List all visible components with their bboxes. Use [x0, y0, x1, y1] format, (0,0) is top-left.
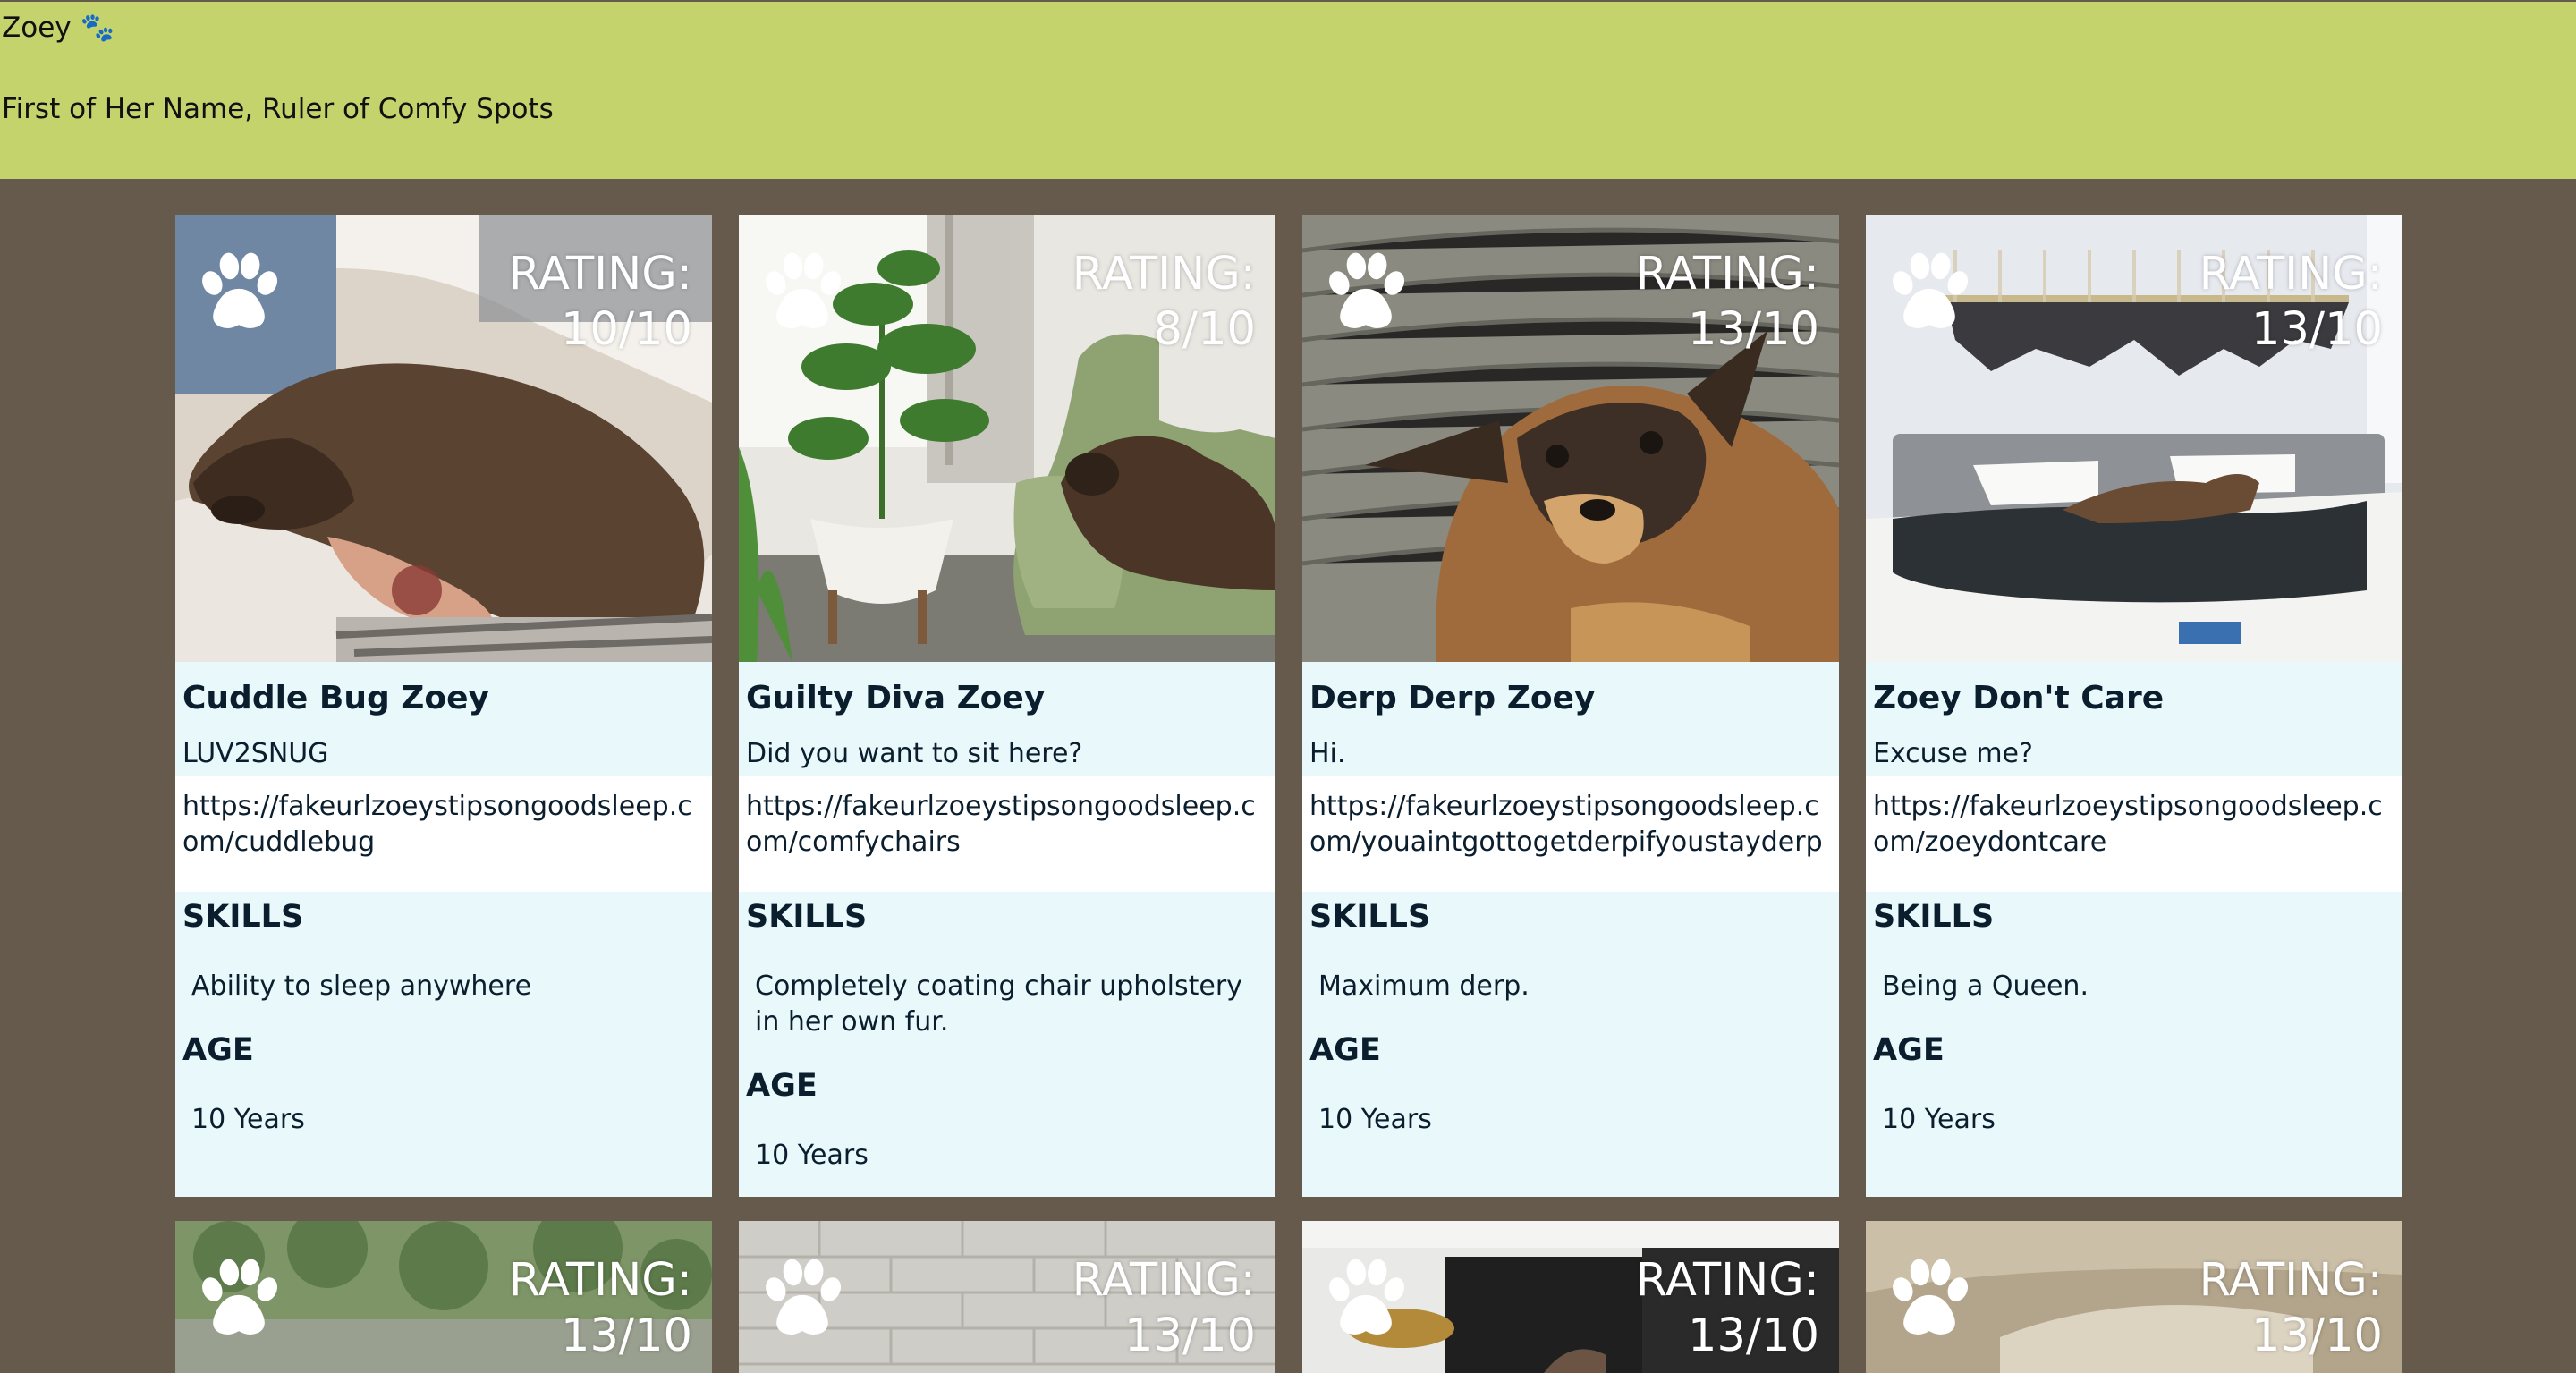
rating-label: RATING:	[2199, 248, 2383, 301]
card-name: Guilty Diva Zoey	[746, 680, 1046, 716]
skills-value: Ability to sleep anywhere	[191, 970, 532, 1002]
card-photo: RATING: 13/10	[1302, 1221, 1839, 1373]
skills-value: Maximum derp.	[1318, 970, 1530, 1002]
paw-icon	[766, 1259, 842, 1335]
age-heading: AGE	[746, 1068, 818, 1104]
dog-card: RATING: 13/10 Derp Derp Zoey Hi. https:/…	[1302, 215, 1839, 1197]
rating-label: RATING:	[1072, 248, 1256, 301]
skills-heading: SKILLS	[182, 899, 304, 935]
card-name: Derp Derp Zoey	[1309, 680, 1596, 716]
age-value: 10 Years	[755, 1140, 869, 1171]
rating-value: 13/10	[1688, 1309, 1819, 1362]
dog-card: RATING: 13/10 Zoey Don't Care Excuse me?…	[1866, 215, 2402, 1197]
rating: RATING: 13/10	[1072, 1253, 1256, 1364]
rating: RATING: 13/10	[1636, 247, 1819, 358]
skills-value: Completely coating chair upholstery in h…	[755, 970, 1242, 1038]
dog-card: RATING: 13/10	[175, 1221, 712, 1373]
rating: RATING: 13/10	[1636, 1253, 1819, 1364]
card-name: Cuddle Bug Zoey	[182, 680, 489, 716]
paw-icon	[1893, 1259, 1969, 1335]
card-link[interactable]: https://fakeurlzoeystipsongoodsleep.com/…	[1866, 776, 2402, 892]
card-photo: RATING: 13/10	[739, 1221, 1275, 1373]
rating: RATING: 13/10	[2199, 1253, 2383, 1364]
paw-icon	[202, 252, 278, 328]
paw-icon	[766, 252, 842, 328]
card-photo: RATING: 13/10	[1866, 1221, 2402, 1373]
card-grid: RATING: 10/10 Cuddle Bug Zoey LUV2SNUG h…	[0, 0, 2576, 1373]
card-photo: RATING: 13/10	[1302, 215, 1839, 662]
card-tagline: LUV2SNUG	[182, 738, 329, 769]
age-heading: AGE	[182, 1032, 254, 1068]
rating: RATING: 8/10	[1072, 247, 1256, 358]
card-tagline: Hi.	[1309, 738, 1346, 769]
rating-value: 13/10	[1124, 1309, 1256, 1362]
dog-card: RATING: 13/10	[739, 1221, 1275, 1373]
paw-icon	[1329, 1259, 1405, 1335]
rating-label: RATING:	[1635, 1254, 1819, 1307]
paw-icon	[1893, 252, 1969, 328]
card-link[interactable]: https://fakeurlzoeystipsongoodsleep.com/…	[175, 776, 712, 892]
card-photo: RATING: 8/10	[739, 215, 1275, 662]
rating-label: RATING:	[1635, 248, 1819, 301]
rating-label: RATING:	[2199, 1254, 2383, 1307]
card-link[interactable]: https://fakeurlzoeystipsongoodsleep.com/…	[1302, 776, 1839, 892]
card-name: Zoey Don't Care	[1873, 680, 2165, 716]
skills-heading: SKILLS	[746, 899, 868, 935]
rating-label: RATING:	[508, 1254, 692, 1307]
skills-heading: SKILLS	[1873, 899, 1995, 935]
skills-value: Being a Queen.	[1882, 970, 2089, 1002]
rating-value: 10/10	[561, 303, 692, 356]
dog-card: RATING: 8/10 Guilty Diva Zoey Did you wa…	[739, 215, 1275, 1197]
rating-value: 13/10	[2251, 303, 2383, 356]
age-value: 10 Years	[191, 1104, 305, 1135]
age-value: 10 Years	[1882, 1104, 1996, 1135]
dog-card: RATING: 13/10	[1302, 1221, 1839, 1373]
paw-icon	[1329, 252, 1405, 328]
card-photo: RATING: 13/10	[175, 1221, 712, 1373]
rating-label: RATING:	[1072, 1254, 1256, 1307]
card-tagline: Excuse me?	[1873, 738, 2033, 769]
paw-icon	[202, 1259, 278, 1335]
dog-card: RATING: 10/10 Cuddle Bug Zoey LUV2SNUG h…	[175, 215, 712, 1197]
card-link[interactable]: https://fakeurlzoeystipsongoodsleep.com/…	[739, 776, 1275, 892]
dog-card: RATING: 13/10	[1866, 1221, 2402, 1373]
age-value: 10 Years	[1318, 1104, 1432, 1135]
skills-heading: SKILLS	[1309, 899, 1431, 935]
age-heading: AGE	[1309, 1032, 1381, 1068]
card-photo: RATING: 10/10	[175, 215, 712, 662]
rating: RATING: 10/10	[509, 247, 692, 358]
card-photo: RATING: 13/10	[1866, 215, 2402, 662]
rating: RATING: 13/10	[2199, 247, 2383, 358]
rating-label: RATING:	[508, 248, 692, 301]
rating-value: 13/10	[1688, 303, 1819, 356]
card-tagline: Did you want to sit here?	[746, 738, 1083, 769]
rating-value: 8/10	[1153, 303, 1256, 356]
age-heading: AGE	[1873, 1032, 1945, 1068]
rating-value: 13/10	[561, 1309, 692, 1362]
rating: RATING: 13/10	[509, 1253, 692, 1364]
rating-value: 13/10	[2251, 1309, 2383, 1362]
